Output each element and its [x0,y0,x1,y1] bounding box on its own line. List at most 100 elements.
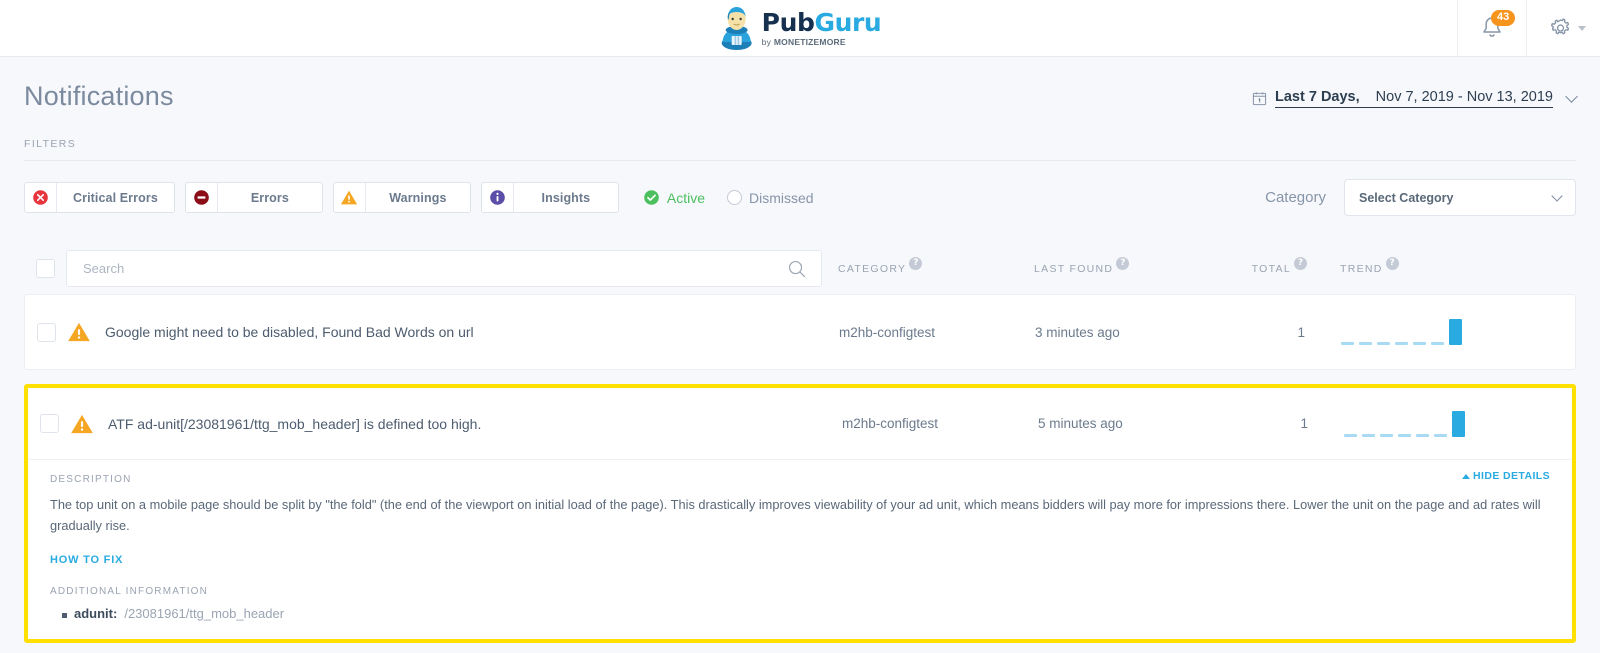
row-checkbox[interactable] [40,414,59,433]
row-category: m2hb-configtest [839,325,1035,340]
trend-sparkline [1341,319,1575,345]
notification-badge: 43 [1491,10,1515,26]
date-range-value-group[interactable]: Last 7 Days, Nov 7, 2019 - Nov 13, 2019 [1275,89,1553,108]
status-option-active[interactable]: Active [643,189,705,206]
chevron-down-icon[interactable] [1551,190,1562,201]
filter-errors-label: Errors [218,191,322,205]
filters-row: Critical Errors Errors Warnings [0,161,1600,216]
topbar-actions: 43 [1457,0,1600,57]
sparkline-dash [1434,434,1447,437]
trend-sparkline [1344,411,1572,437]
sparkline-dash [1395,342,1408,345]
row-total: 1 [1231,325,1323,340]
additional-information-label: ADDITIONAL INFORMATION [50,586,1550,597]
table-row[interactable]: Google might need to be disabled, Found … [24,294,1576,370]
check-circle-icon [643,189,660,206]
status-option-dismissed[interactable]: Dismissed [727,190,814,206]
additional-info-key: adunit: [74,606,117,621]
sparkline-dash [1344,434,1357,437]
app-logo[interactable]: PubGuru by MONETIZEMORE [719,6,882,50]
sparkline-dash [1362,434,1375,437]
row-title-cell: ATF ad-unit[/23081961/ttg_mob_header] is… [70,413,842,435]
column-trend-label: TREND [1340,263,1383,275]
help-icon[interactable]: ? [1294,257,1307,270]
filter-insights[interactable]: Insights [481,182,619,213]
select-all-checkbox[interactable] [36,259,55,278]
column-category-label: CATEGORY [838,263,906,275]
error-icon [186,183,218,212]
search-input[interactable]: Search [66,250,822,287]
hide-details-link[interactable]: HIDE DETAILS [1462,470,1550,482]
search-cell: Search [66,250,838,287]
row-select-cell [25,323,67,342]
how-to-fix-link[interactable]: HOW TO FIX [50,554,123,566]
warning-icon [334,183,366,212]
column-trend: TREND? [1322,259,1576,277]
bullet-icon [62,613,67,618]
category-select[interactable]: Select Category [1344,179,1576,216]
filter-errors[interactable]: Errors [185,182,323,213]
description-text: The top unit on a mobile page should be … [50,494,1550,536]
row-total: 1 [1234,416,1326,431]
row-category: m2hb-configtest [842,416,1038,431]
guru-mascot-icon [719,6,755,50]
category-filter: Category Select Category [1265,179,1576,216]
sparkline-dash [1416,434,1429,437]
page-header: Notifications Last 7 Days, Nov 7, 2019 -… [0,57,1600,112]
sparkline-dash [1380,434,1393,437]
row-title: Google might need to be disabled, Found … [105,324,474,340]
filter-critical-errors[interactable]: Critical Errors [24,182,175,213]
filter-insights-label: Insights [514,191,618,205]
page-title: Notifications [24,81,174,112]
logo-tagline-name: MONETIZEMORE [774,37,846,47]
table-row[interactable]: ATF ad-unit[/23081961/ttg_mob_header] is… [28,388,1572,460]
column-category: CATEGORY? [838,259,1034,277]
gear-icon[interactable] [1549,17,1572,40]
filters-section-label: FILTERS [24,138,1600,150]
sparkline-dash [1377,342,1390,345]
sparkline-dash [1431,342,1444,345]
logo-text-pub: Pub [762,8,815,37]
sparkline-bar [1452,411,1465,437]
filter-critical-errors-label: Critical Errors [57,191,174,205]
row-trend [1323,319,1575,345]
table-row-expanded-highlight: ATF ad-unit[/23081961/ttg_mob_header] is… [24,384,1576,643]
additional-info-value: /23081961/ttg_mob_header [124,606,284,621]
notifications-button[interactable]: 43 [1457,0,1526,57]
logo-tagline-prefix: by [762,37,774,47]
row-last-found: 3 minutes ago [1035,325,1231,340]
chevron-down-icon[interactable] [1578,26,1586,31]
hide-details-label: HIDE DETAILS [1473,470,1550,482]
help-icon[interactable]: ? [909,257,922,270]
status-option-dismissed-label: Dismissed [749,190,814,206]
filter-warnings-label: Warnings [366,191,470,205]
date-range-picker[interactable]: Last 7 Days, Nov 7, 2019 - Nov 13, 2019 [1252,81,1576,108]
help-icon[interactable]: ? [1116,257,1129,270]
logo-text-guru: Guru [814,8,881,37]
select-all-cell [24,259,66,278]
notifications-table: Search CATEGORY? LAST FOUND? TOTAL? TREN… [24,242,1576,653]
description-label: DESCRIPTION [50,474,1550,485]
help-icon[interactable]: ? [1386,257,1399,270]
list-item: adunit: /23081961/ttg_mob_header [50,606,1550,621]
warning-icon [67,321,91,343]
caret-up-icon [1462,474,1470,479]
sparkline-bar [1449,319,1462,345]
sparkline-dash [1413,342,1426,345]
row-select-cell [28,414,70,433]
row-title: ATF ad-unit[/23081961/ttg_mob_header] is… [108,416,481,432]
additional-information-list: adunit: /23081961/ttg_mob_header [50,606,1550,621]
chevron-down-icon[interactable] [1565,90,1578,103]
bell-icon[interactable]: 43 [1480,15,1504,41]
search-icon[interactable] [787,259,807,279]
date-range-preset: Last 7 Days, [1275,89,1360,105]
date-range-value: Nov 7, 2019 - Nov 13, 2019 [1376,89,1553,105]
table-header-row: Search CATEGORY? LAST FOUND? TOTAL? TREN… [24,242,1576,294]
settings-button[interactable] [1526,0,1600,57]
filter-warnings[interactable]: Warnings [333,182,471,213]
radio-empty-icon [727,190,742,205]
calendar-icon [1252,91,1267,106]
column-total: TOTAL? [1230,259,1322,277]
row-checkbox[interactable] [37,323,56,342]
status-radio-group: Active Dismissed [643,189,814,206]
